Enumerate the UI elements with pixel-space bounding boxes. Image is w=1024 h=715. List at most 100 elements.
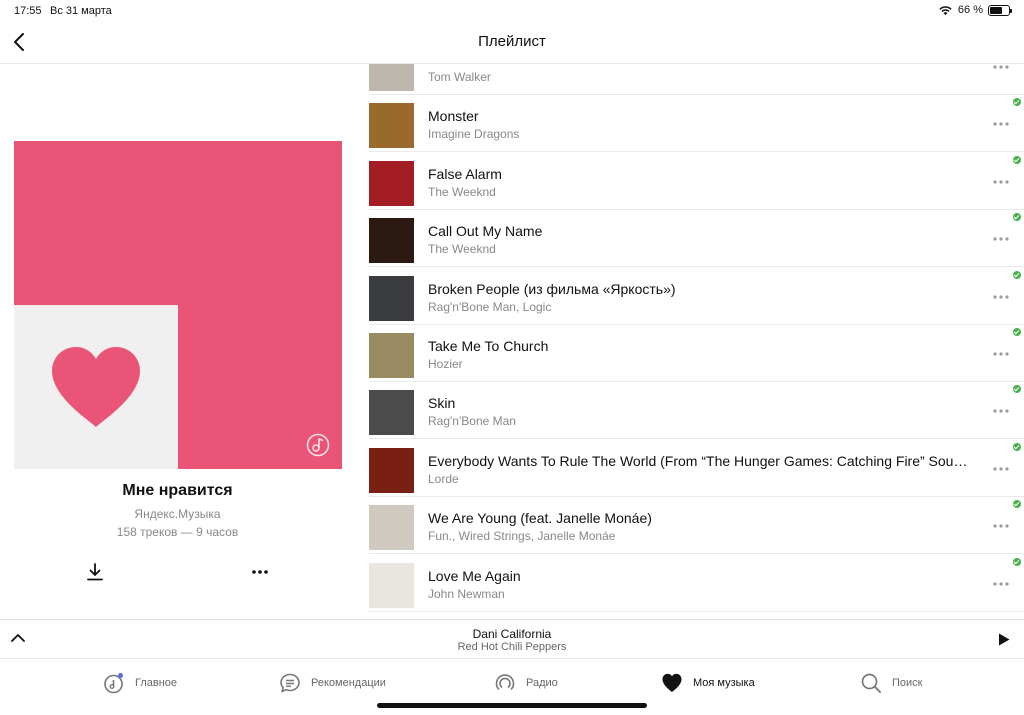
track-row[interactable]: Monster Imagine Dragons xyxy=(369,95,1024,153)
home-indicator xyxy=(377,703,647,708)
track-artist: Rag'n'Bone Man, Logic xyxy=(428,299,552,314)
track-title: Broken People (из фильма «Яркость») xyxy=(428,280,676,297)
track-more-icon[interactable] xyxy=(992,408,1010,414)
downloaded-check-icon xyxy=(1013,442,1021,451)
player-track-title: Dani California xyxy=(472,627,552,641)
status-bar: 17:55 Вс 31 марта 66 % xyxy=(0,0,1024,22)
tab-my-music[interactable]: Моя музыка xyxy=(661,671,755,695)
home-icon xyxy=(104,673,123,694)
track-more-icon[interactable] xyxy=(992,236,1010,242)
track-row[interactable]: Love Me Again John Newman xyxy=(369,555,1024,612)
downloaded-check-icon xyxy=(1013,155,1021,164)
downloaded-check-icon xyxy=(1013,328,1021,336)
track-more-icon[interactable] xyxy=(992,121,1010,127)
track-artist: Fun., Wired Strings, Janelle Monáe xyxy=(428,529,616,544)
track-row[interactable]: Call Out My Name The Weeknd xyxy=(369,210,1024,268)
status-right: 66 % xyxy=(938,4,1012,16)
album-art xyxy=(369,103,414,149)
radio-icon xyxy=(495,674,515,690)
track-row-partial[interactable] xyxy=(369,612,1024,619)
playlist-meta: 158 треков — 9 часов xyxy=(116,525,239,539)
player-track-artist: Red Hot Chili Peppers xyxy=(457,641,567,653)
track-list[interactable]: Tom Walker Monster Imagine Dragons False Al… xyxy=(369,64,1024,619)
downloaded-check-icon xyxy=(1013,557,1021,566)
album-art xyxy=(369,218,414,264)
tab-search-label: Поиск xyxy=(892,677,923,689)
downloaded-check-icon xyxy=(1013,98,1021,107)
album-art xyxy=(369,333,414,378)
downloaded-check-icon xyxy=(1013,213,1021,222)
track-row[interactable]: Everybody Wants To Rule The World (From … xyxy=(369,440,1024,497)
album-art xyxy=(369,390,414,436)
wifi-icon xyxy=(939,5,952,15)
chat-icon xyxy=(280,673,300,693)
album-art xyxy=(369,275,414,321)
track-row[interactable]: Tom Walker xyxy=(369,64,1024,95)
downloaded-check-icon xyxy=(1013,385,1021,394)
battery-percent: 66 % xyxy=(957,4,983,16)
music-note-icon xyxy=(306,433,330,457)
track-title: Monster xyxy=(428,108,479,125)
track-more-icon[interactable] xyxy=(992,64,1010,70)
track-artist: Rag'n'Bone Man xyxy=(428,414,516,429)
playlist-owner: Яндекс.Музыка xyxy=(134,507,221,521)
track-more-icon[interactable] xyxy=(992,523,1010,529)
track-artist: Imagine Dragons xyxy=(428,127,520,142)
track-more-icon[interactable] xyxy=(992,351,1010,357)
mini-player[interactable]: Dani California Red Hot Chili Peppers xyxy=(0,619,1024,659)
heart-icon xyxy=(52,347,140,427)
tab-home-label: Главное xyxy=(135,677,178,689)
cover-white-block xyxy=(14,305,178,469)
tab-recommendations-label: Рекомендации xyxy=(311,677,386,689)
track-title: Skin xyxy=(428,395,456,412)
track-more-icon[interactable] xyxy=(992,581,1010,587)
track-artist: Lorde xyxy=(428,471,459,486)
downloaded-check-icon xyxy=(1013,500,1021,509)
battery-fill xyxy=(990,6,1002,14)
track-row[interactable]: We Are Young (feat. Janelle Monáe) Fun., … xyxy=(369,497,1024,555)
track-title: False Alarm xyxy=(428,165,502,182)
track-row[interactable]: Skin Rag'n'Bone Man xyxy=(369,382,1024,440)
track-title: Take Me To Church xyxy=(428,338,549,354)
track-artist: John Newman xyxy=(428,586,505,601)
track-row[interactable]: False Alarm The Weeknd xyxy=(369,153,1024,210)
track-artist: Hozier xyxy=(428,357,463,371)
status-date: Вс 31 марта xyxy=(50,5,112,17)
album-art xyxy=(369,505,414,551)
track-title: Love Me Again xyxy=(428,567,521,584)
tab-my-music-label: Моя музыка xyxy=(693,677,755,689)
play-icon[interactable] xyxy=(998,633,1010,646)
playlist-cover xyxy=(14,141,342,469)
album-art xyxy=(369,562,414,608)
tab-search[interactable]: Поиск xyxy=(860,671,922,695)
tab-home[interactable]: Главное xyxy=(103,671,177,695)
track-more-icon[interactable] xyxy=(992,294,1010,300)
playlist-more-icon[interactable] xyxy=(250,564,270,580)
track-row[interactable]: Broken People (из фильма «Яркость») Rag'n… xyxy=(369,268,1024,325)
track-title: Call Out My Name xyxy=(428,223,543,240)
track-artist: Tom Walker xyxy=(428,70,491,84)
track-artist: The Weeknd xyxy=(428,184,496,199)
track-more-icon[interactable] xyxy=(992,179,1010,185)
track-more-icon[interactable] xyxy=(992,466,1010,472)
track-title: Everybody Wants To Rule The World (From … xyxy=(428,452,968,469)
downloaded-check-icon xyxy=(1013,270,1021,279)
battery-icon xyxy=(988,4,1012,16)
status-time: 17:55 xyxy=(14,5,42,17)
page-title: Плейлист xyxy=(478,33,546,50)
tab-recommendations[interactable]: Рекомендации xyxy=(279,671,386,695)
tab-radio[interactable]: Радио xyxy=(494,671,558,695)
track-row[interactable]: Take Me To Church Hozier xyxy=(369,325,1024,382)
album-art xyxy=(369,64,414,91)
track-artist: The Weeknd xyxy=(428,242,496,257)
tab-radio-label: Радио xyxy=(526,677,558,689)
nav-bar: Плейлист xyxy=(0,22,1024,64)
playlist-header: Мне нравится Яндекс.Музыка 158 треков — … xyxy=(0,64,355,619)
app-root: 17:55 Вс 31 марта 66 % Плейлист Мне нрав… xyxy=(0,0,1024,715)
search-icon xyxy=(861,673,881,693)
album-art xyxy=(369,447,414,493)
heart-icon xyxy=(662,673,682,692)
download-icon[interactable] xyxy=(86,562,104,582)
track-title: We Are Young (feat. Janelle Monáe) xyxy=(428,510,652,527)
playlist-title: Мне нравится xyxy=(122,482,233,499)
